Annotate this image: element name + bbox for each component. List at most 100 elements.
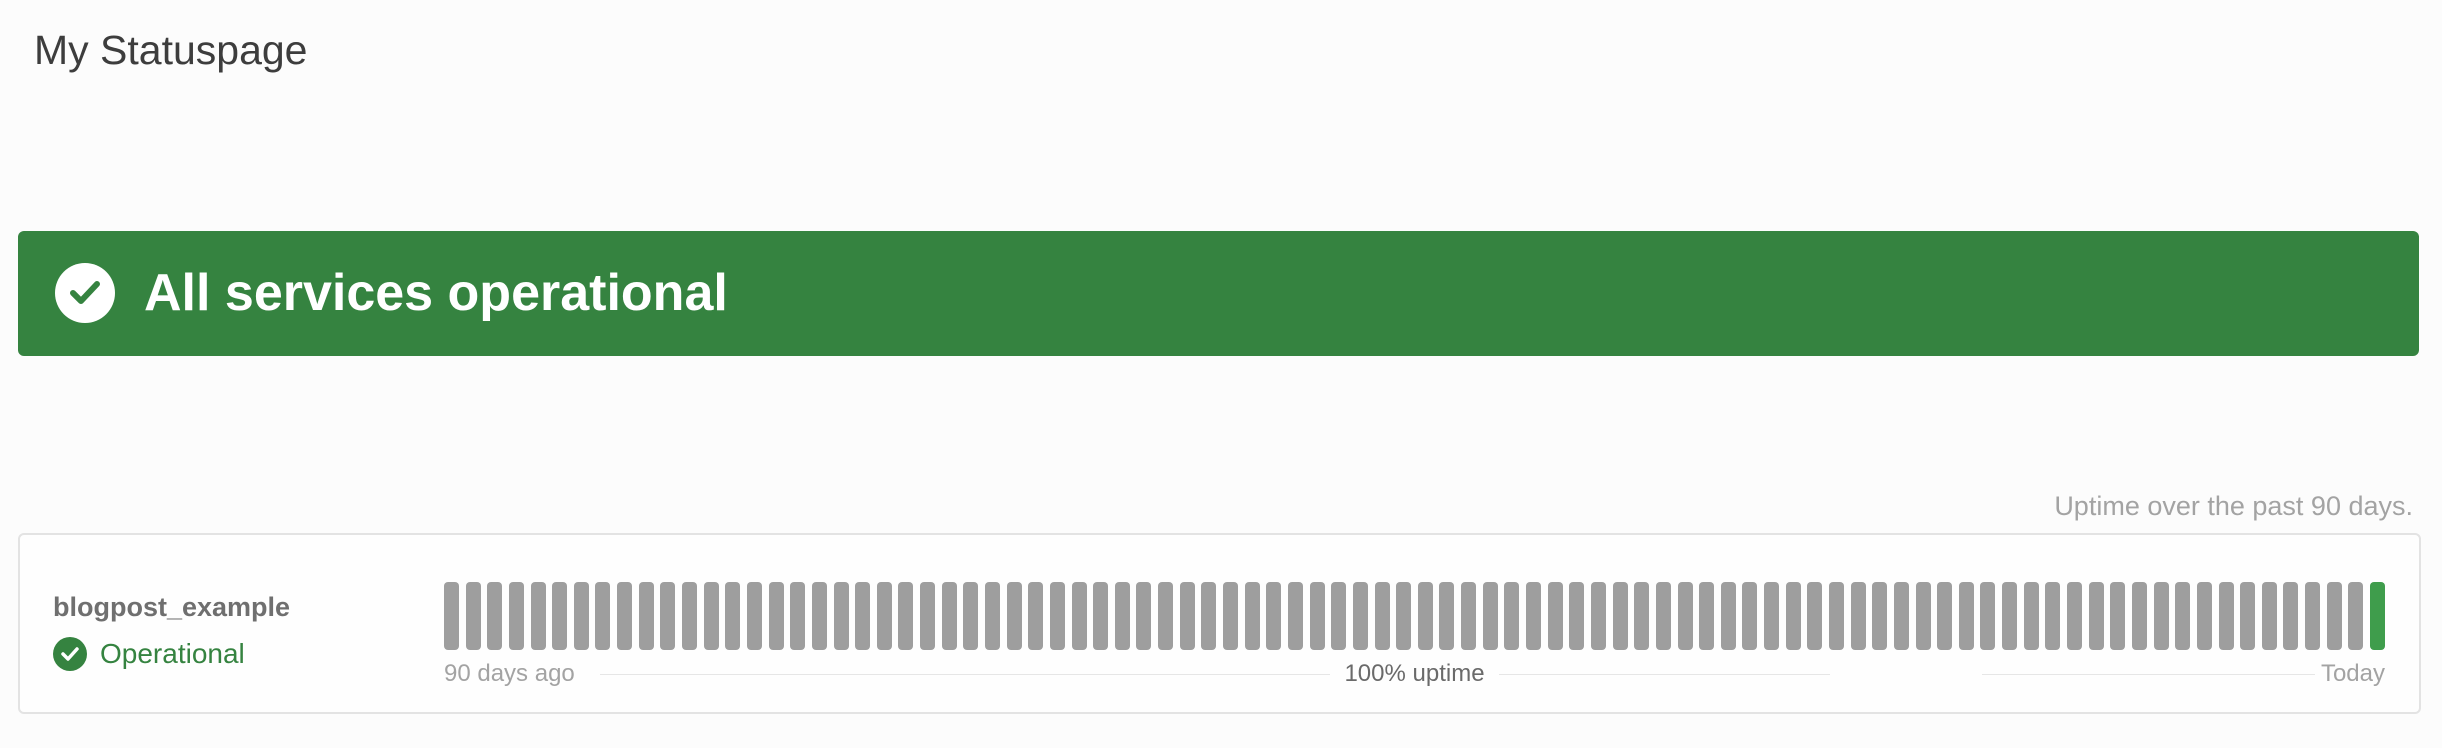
uptime-day-bar[interactable] — [1288, 582, 1303, 650]
uptime-day-bar[interactable] — [1894, 582, 1909, 650]
uptime-day-bar[interactable] — [1072, 582, 1087, 650]
uptime-day-bar[interactable] — [1223, 582, 1238, 650]
uptime-day-bar[interactable] — [920, 582, 935, 650]
uptime-day-bar[interactable] — [595, 582, 610, 650]
uptime-day-bar[interactable] — [1548, 582, 1563, 650]
uptime-day-bar[interactable] — [963, 582, 978, 650]
uptime-day-bar[interactable] — [1980, 582, 1995, 650]
component-status-label: Operational — [100, 638, 245, 669]
uptime-day-bar[interactable] — [2370, 582, 2385, 650]
uptime-day-bar[interactable] — [617, 582, 632, 650]
uptime-day-bar[interactable] — [1245, 582, 1260, 650]
uptime-note: Uptime over the past 90 days. — [2054, 491, 2413, 521]
uptime-day-bar[interactable] — [1807, 582, 1822, 650]
uptime-day-bar[interactable] — [1028, 582, 1043, 650]
uptime-day-bar[interactable] — [1418, 582, 1433, 650]
uptime-day-bar[interactable] — [812, 582, 827, 650]
uptime-day-bar[interactable] — [2348, 582, 2363, 650]
uptime-day-bar[interactable] — [1504, 582, 1519, 650]
uptime-day-bar[interactable] — [2197, 582, 2212, 650]
uptime-day-bar[interactable] — [1266, 582, 1281, 650]
page-title: My Statuspage — [34, 27, 308, 73]
uptime-day-bar[interactable] — [660, 582, 675, 650]
uptime-timeline: 90 days ago 100% uptime Today — [444, 657, 2385, 691]
uptime-day-bar[interactable] — [2327, 582, 2342, 650]
uptime-day-bar[interactable] — [1937, 582, 1952, 650]
uptime-day-bar[interactable] — [639, 582, 654, 650]
uptime-day-bar[interactable] — [2067, 582, 2082, 650]
uptime-day-bar[interactable] — [682, 582, 697, 650]
uptime-day-bar[interactable] — [1439, 582, 1454, 650]
uptime-day-bar[interactable] — [942, 582, 957, 650]
uptime-day-bar[interactable] — [1136, 582, 1151, 650]
uptime-day-bar[interactable] — [834, 582, 849, 650]
uptime-day-bar[interactable] — [1483, 582, 1498, 650]
uptime-day-bar[interactable] — [2024, 582, 2039, 650]
uptime-day-bar[interactable] — [704, 582, 719, 650]
uptime-day-bar[interactable] — [790, 582, 805, 650]
uptime-day-bar[interactable] — [2110, 582, 2125, 650]
uptime-day-bar[interactable] — [2240, 582, 2255, 650]
uptime-day-bar[interactable] — [2262, 582, 2277, 650]
uptime-day-bar[interactable] — [1742, 582, 1757, 650]
uptime-day-bar[interactable] — [1526, 582, 1541, 650]
check-circle-icon — [55, 263, 115, 323]
uptime-day-bar[interactable] — [1959, 582, 1974, 650]
uptime-day-bar[interactable] — [2045, 582, 2060, 650]
uptime-day-bar[interactable] — [1461, 582, 1476, 650]
uptime-day-bar[interactable] — [1829, 582, 1844, 650]
uptime-day-bar[interactable] — [1699, 582, 1714, 650]
uptime-day-bar[interactable] — [1569, 582, 1584, 650]
uptime-day-bar[interactable] — [1591, 582, 1606, 650]
timeline-uptime-label: 100% uptime — [444, 657, 2385, 691]
uptime-day-bar[interactable] — [2219, 582, 2234, 650]
uptime-bar-chart — [444, 582, 2385, 650]
uptime-day-bar[interactable] — [2154, 582, 2169, 650]
uptime-day-bar[interactable] — [2175, 582, 2190, 650]
uptime-day-bar[interactable] — [985, 582, 1000, 650]
uptime-day-bar[interactable] — [769, 582, 784, 650]
uptime-day-bar[interactable] — [1007, 582, 1022, 650]
uptime-day-bar[interactable] — [1158, 582, 1173, 650]
uptime-day-bar[interactable] — [552, 582, 567, 650]
uptime-day-bar[interactable] — [1872, 582, 1887, 650]
uptime-day-bar[interactable] — [2283, 582, 2298, 650]
uptime-day-bar[interactable] — [1050, 582, 1065, 650]
uptime-day-bar[interactable] — [747, 582, 762, 650]
uptime-day-bar[interactable] — [1786, 582, 1801, 650]
uptime-day-bar[interactable] — [1115, 582, 1130, 650]
uptime-day-bar[interactable] — [1310, 582, 1325, 650]
uptime-day-bar[interactable] — [574, 582, 589, 650]
uptime-day-bar[interactable] — [725, 582, 740, 650]
uptime-day-bar[interactable] — [2089, 582, 2104, 650]
uptime-day-bar[interactable] — [1721, 582, 1736, 650]
uptime-day-bar[interactable] — [877, 582, 892, 650]
uptime-day-bar[interactable] — [855, 582, 870, 650]
uptime-day-bar[interactable] — [1093, 582, 1108, 650]
uptime-day-bar[interactable] — [1396, 582, 1411, 650]
uptime-day-bar[interactable] — [1201, 582, 1216, 650]
check-circle-icon — [53, 637, 87, 671]
uptime-day-bar[interactable] — [487, 582, 502, 650]
uptime-day-bar[interactable] — [2305, 582, 2320, 650]
uptime-day-bar[interactable] — [1851, 582, 1866, 650]
uptime-day-bar[interactable] — [1353, 582, 1368, 650]
uptime-day-bar[interactable] — [1656, 582, 1671, 650]
uptime-day-bar[interactable] — [1375, 582, 1390, 650]
uptime-day-bar[interactable] — [509, 582, 524, 650]
component-card: blogpost_example Operational 90 days ago… — [18, 533, 2421, 714]
uptime-day-bar[interactable] — [1916, 582, 1931, 650]
uptime-day-bar[interactable] — [1180, 582, 1195, 650]
uptime-day-bar[interactable] — [1764, 582, 1779, 650]
uptime-day-bar[interactable] — [2132, 582, 2147, 650]
uptime-day-bar[interactable] — [2002, 582, 2017, 650]
uptime-day-bar[interactable] — [1331, 582, 1346, 650]
uptime-day-bar[interactable] — [1634, 582, 1649, 650]
uptime-day-bar[interactable] — [444, 582, 459, 650]
uptime-percentage: 100% uptime — [1330, 660, 1499, 687]
uptime-day-bar[interactable] — [898, 582, 913, 650]
uptime-day-bar[interactable] — [531, 582, 546, 650]
uptime-day-bar[interactable] — [1678, 582, 1693, 650]
uptime-day-bar[interactable] — [466, 582, 481, 650]
uptime-day-bar[interactable] — [1613, 582, 1628, 650]
